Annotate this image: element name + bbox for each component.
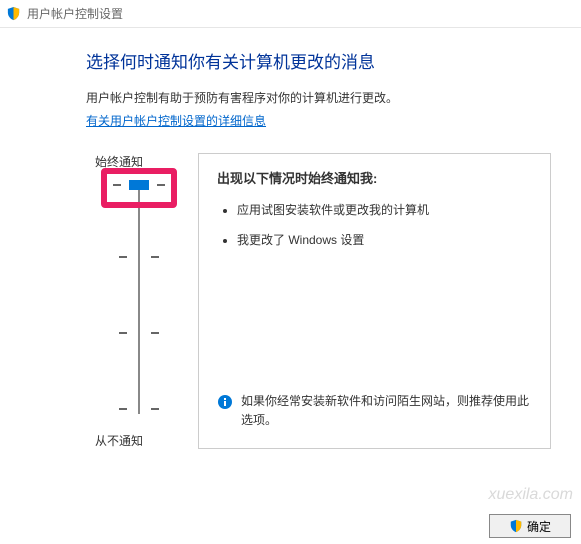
shield-icon: [509, 519, 523, 533]
uac-slider[interactable]: [104, 180, 174, 420]
ok-button-label: 确定: [527, 518, 551, 535]
slider-tick-3[interactable]: [119, 256, 159, 258]
page-description: 用户帐户控制有助于预防有害程序对你的计算机进行更改。: [86, 89, 551, 108]
footer: 确定: [489, 514, 571, 538]
info-icon: [217, 394, 233, 410]
info-bullet-list: 应用试图安装软件或更改我的计算机 我更改了 Windows 设置: [217, 201, 536, 249]
slider-column: 始终通知 从不通知: [84, 153, 194, 449]
info-title: 出现以下情况时始终通知我:: [217, 168, 536, 187]
ok-button[interactable]: 确定: [489, 514, 571, 538]
titlebar: 用户帐户控制设置: [0, 0, 581, 28]
recommend-row: 如果你经常安装新软件和访问陌生网站，则推荐使用此选项。: [217, 392, 536, 430]
info-bullet-item: 我更改了 Windows 设置: [237, 231, 536, 249]
slider-tick-1[interactable]: [119, 408, 159, 410]
shield-icon: [6, 6, 21, 21]
highlight-annotation: [101, 168, 177, 208]
info-panel: 出现以下情况时始终通知我: 应用试图安装软件或更改我的计算机 我更改了 Wind…: [198, 153, 551, 449]
slider-track-line: [138, 186, 140, 414]
window-title: 用户帐户控制设置: [27, 5, 123, 22]
content-area: 选择何时通知你有关计算机更改的消息 用户帐户控制有助于预防有害程序对你的计算机进…: [0, 28, 581, 449]
slider-label-bottom: 从不通知: [44, 432, 194, 449]
info-bullet-item: 应用试图安装软件或更改我的计算机: [237, 201, 536, 219]
recommend-text: 如果你经常安装新软件和访问陌生网站，则推荐使用此选项。: [241, 392, 536, 430]
slider-tick-2[interactable]: [119, 332, 159, 334]
slider-area: 始终通知 从不通知 出现以下情况时始终通知我:: [84, 153, 551, 449]
watermark: xuexila.com: [489, 486, 573, 504]
details-link[interactable]: 有关用户帐户控制设置的详细信息: [86, 114, 266, 128]
page-heading: 选择何时通知你有关计算机更改的消息: [86, 48, 551, 73]
